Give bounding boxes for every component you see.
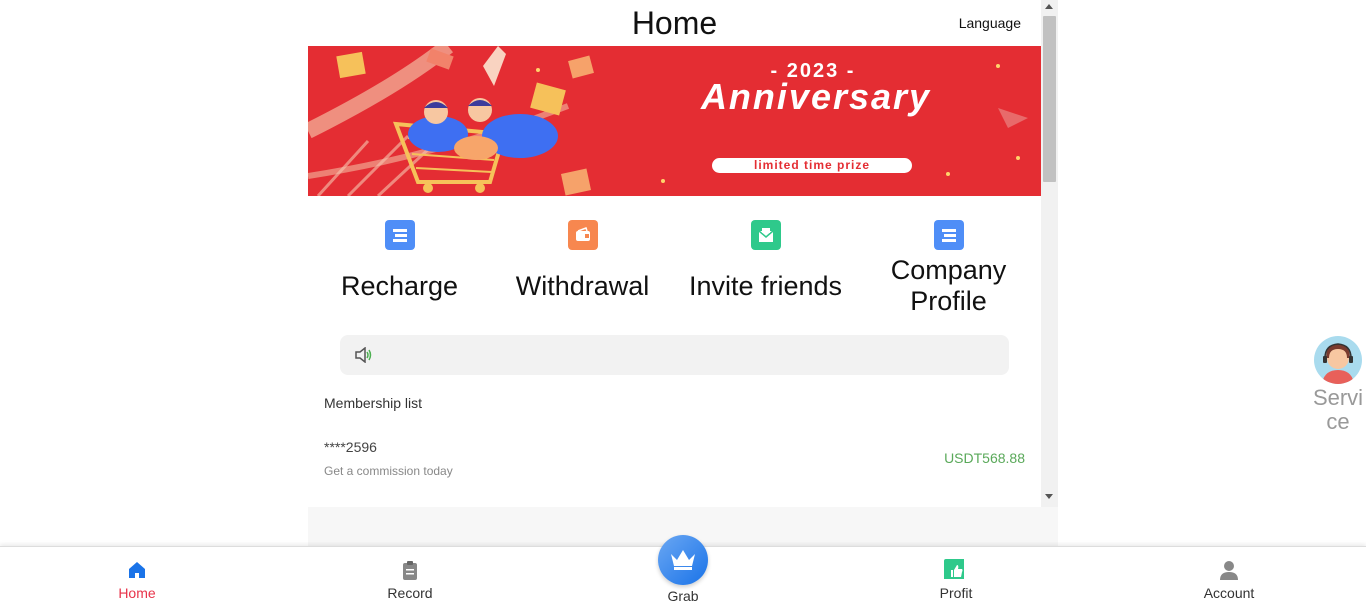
withdrawal-button[interactable]: Withdrawal xyxy=(491,220,674,320)
card-icon xyxy=(384,220,415,250)
scroll-down-arrow-icon[interactable] xyxy=(1045,494,1053,499)
clipboard-icon xyxy=(403,561,417,580)
company-profile-button[interactable]: Company Profile xyxy=(857,220,1040,320)
notice-bar xyxy=(340,335,1009,375)
membership-list-title: Membership list xyxy=(324,395,423,411)
service-button[interactable]: Service xyxy=(1310,334,1366,434)
envelope-icon xyxy=(750,220,781,250)
scroll-thumb[interactable] xyxy=(1043,16,1056,182)
bottom-tab-bar: Home Record Grab Profit Account xyxy=(0,535,1366,611)
member-amount: USDT568.88 xyxy=(944,450,1025,466)
page-title: Home xyxy=(631,5,718,41)
tab-account-label: Account xyxy=(1203,585,1255,601)
tab-record-label: Record xyxy=(387,585,433,601)
company-profile-label: Company Profile xyxy=(890,255,1007,316)
member-subtitle: Get a commission today xyxy=(324,464,453,478)
banner-illustration xyxy=(308,46,1028,196)
page-header: Home Language xyxy=(308,0,1041,46)
withdrawal-label: Withdrawal xyxy=(515,271,650,301)
customer-service-avatar-icon xyxy=(1314,336,1362,384)
recharge-button[interactable]: Recharge xyxy=(308,220,491,320)
tab-grab[interactable]: Grab xyxy=(583,535,783,611)
thumbs-up-icon xyxy=(944,559,964,579)
banner-title: Anniversary xyxy=(700,76,932,117)
tab-home[interactable]: Home xyxy=(37,547,237,611)
home-page: Home Language - 2023 - Anniversary limit… xyxy=(308,0,1041,546)
invite-friends-button[interactable]: Invite friends xyxy=(674,220,857,320)
crown-icon xyxy=(671,550,695,570)
tab-record[interactable]: Record xyxy=(310,547,510,611)
home-icon xyxy=(129,562,145,578)
banner-pill: limited time prize xyxy=(712,158,912,173)
scrollbar[interactable] xyxy=(1041,0,1058,507)
speaker-icon xyxy=(355,347,372,363)
tab-grab-label: Grab xyxy=(667,588,699,604)
anniversary-banner[interactable]: - 2023 - Anniversary limited time prize xyxy=(308,46,1041,196)
service-label: Service xyxy=(1312,385,1364,434)
user-icon xyxy=(1220,561,1238,580)
tab-account[interactable]: Account xyxy=(1129,547,1329,611)
grab-button[interactable] xyxy=(658,535,708,585)
invite-friends-label: Invite friends xyxy=(688,271,843,301)
tab-profit[interactable]: Profit xyxy=(856,547,1056,611)
tab-home-label: Home xyxy=(118,585,156,601)
wallet-icon xyxy=(567,220,598,250)
scroll-up-arrow-icon[interactable] xyxy=(1045,4,1053,9)
recharge-label: Recharge xyxy=(340,271,459,301)
tab-profit-label: Profit xyxy=(939,585,973,601)
language-button[interactable]: Language xyxy=(959,15,1021,31)
member-name: ****2596 xyxy=(324,439,377,455)
card-icon xyxy=(933,220,964,250)
